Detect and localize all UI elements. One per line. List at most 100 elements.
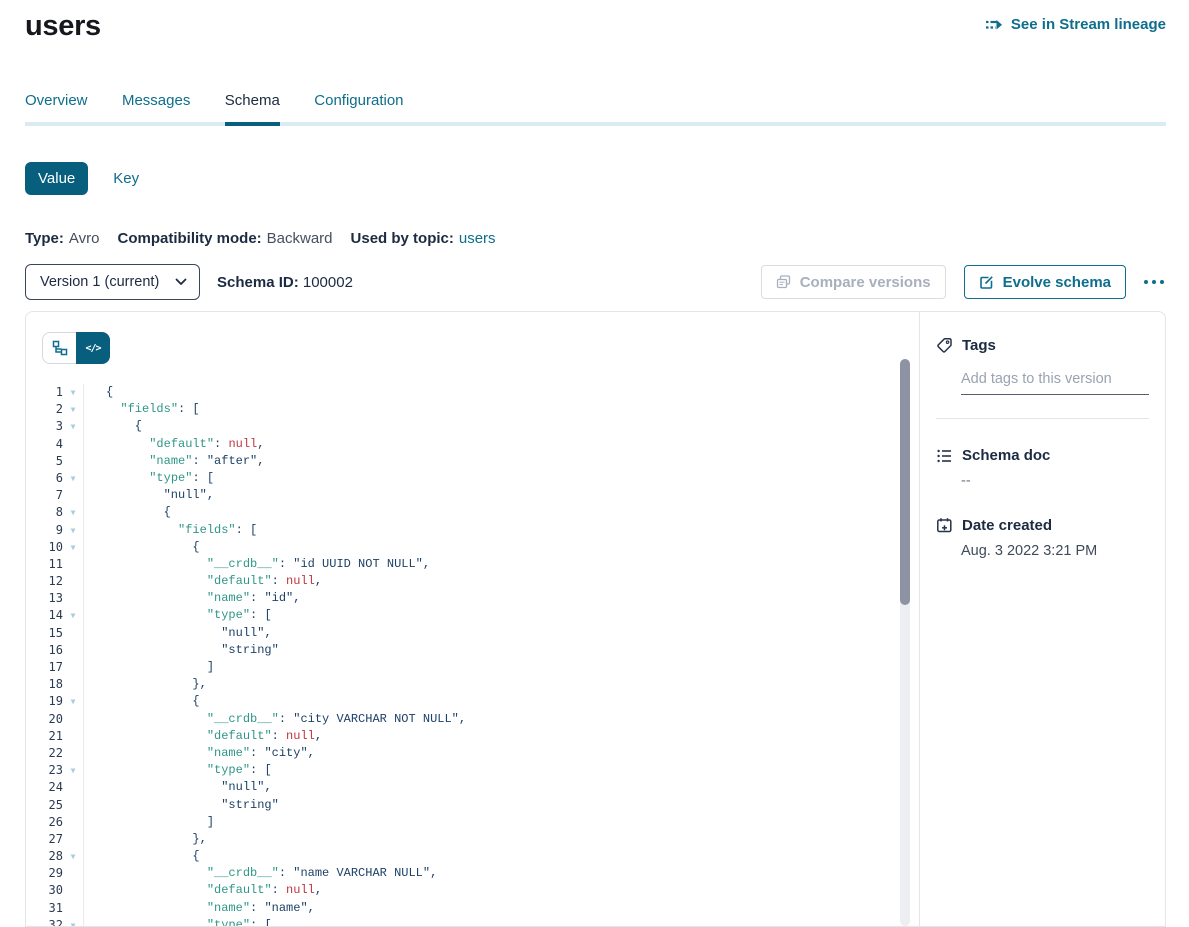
schema-doc-title: Schema doc bbox=[962, 447, 1050, 464]
tags-title: Tags bbox=[962, 337, 996, 354]
code-line: 24 "null", bbox=[26, 779, 919, 796]
fold-spacer bbox=[63, 814, 84, 831]
code-line: 21 "default": null, bbox=[26, 728, 919, 745]
line-number: 6 bbox=[26, 470, 63, 487]
compare-versions-button[interactable]: Compare versions bbox=[761, 265, 946, 299]
code-line: 23▼ "type": [ bbox=[26, 762, 919, 779]
code-text: { bbox=[84, 384, 113, 401]
code-line: 18 }, bbox=[26, 676, 919, 693]
list-icon bbox=[936, 448, 953, 464]
fold-toggle-icon[interactable]: ▼ bbox=[63, 762, 84, 779]
add-tags-input[interactable] bbox=[961, 371, 1149, 395]
editor-scrollbar-track[interactable] bbox=[900, 359, 910, 926]
meta-compatibility: Compatibility mode: Backward bbox=[117, 230, 332, 247]
fold-spacer bbox=[63, 779, 84, 796]
fold-spacer bbox=[63, 642, 84, 659]
sidebar-divider bbox=[936, 418, 1149, 419]
fold-toggle-icon[interactable]: ▼ bbox=[63, 848, 84, 865]
meta-compat-label: Compatibility mode: bbox=[117, 230, 261, 247]
meta-type-label: Type: bbox=[25, 230, 64, 247]
fold-spacer bbox=[63, 676, 84, 693]
see-in-stream-lineage-link[interactable]: See in Stream lineage bbox=[985, 16, 1166, 33]
line-number: 22 bbox=[26, 745, 63, 762]
fold-toggle-icon[interactable]: ▼ bbox=[63, 418, 84, 435]
value-key-toggle: Value Key bbox=[25, 162, 1166, 195]
code-text: "null", bbox=[84, 487, 214, 504]
fold-spacer bbox=[63, 797, 84, 814]
code-line: 13 "name": "id", bbox=[26, 590, 919, 607]
code-line: 12 "default": null, bbox=[26, 573, 919, 590]
line-number: 1 bbox=[26, 384, 63, 401]
fold-toggle-icon[interactable]: ▼ bbox=[63, 522, 84, 539]
tab-schema[interactable]: Schema bbox=[225, 92, 280, 122]
editor-view-toggle: </> bbox=[42, 332, 110, 364]
line-number: 14 bbox=[26, 607, 63, 624]
line-number: 24 bbox=[26, 779, 63, 796]
evolve-schema-button[interactable]: Evolve schema bbox=[964, 265, 1126, 299]
code-line: 32▼ "type": [ bbox=[26, 917, 919, 927]
date-created-section: Date created Aug. 3 2022 3:21 PM bbox=[936, 517, 1149, 559]
code-line: 11 "__crdb__": "id UUID NOT NULL", bbox=[26, 556, 919, 573]
code-text: "name": "after", bbox=[84, 453, 264, 470]
tags-section-header: Tags bbox=[936, 337, 1149, 354]
tab-messages[interactable]: Messages bbox=[122, 92, 190, 122]
fold-toggle-icon[interactable]: ▼ bbox=[63, 693, 84, 710]
code-text: ] bbox=[84, 659, 214, 676]
page-header: users See in Stream lineage bbox=[25, 8, 1166, 43]
fold-toggle-icon[interactable]: ▼ bbox=[63, 470, 84, 487]
code-line: 9▼ "fields": [ bbox=[26, 522, 919, 539]
fold-spacer bbox=[63, 590, 84, 607]
evolve-schema-icon bbox=[979, 275, 994, 290]
version-select[interactable]: Version 1 (current) bbox=[25, 264, 200, 300]
fold-spacer bbox=[63, 556, 84, 573]
meta-topic-link[interactable]: users bbox=[459, 230, 496, 247]
fold-spacer bbox=[63, 453, 84, 470]
line-number: 16 bbox=[26, 642, 63, 659]
fold-toggle-icon[interactable]: ▼ bbox=[63, 917, 84, 927]
code-line: 17 ] bbox=[26, 659, 919, 676]
code-line: 28▼ { bbox=[26, 848, 919, 865]
key-toggle-button[interactable]: Key bbox=[113, 170, 139, 187]
fold-toggle-icon[interactable]: ▼ bbox=[63, 539, 84, 556]
code-view-button[interactable]: </> bbox=[76, 332, 110, 364]
line-number: 4 bbox=[26, 436, 63, 453]
meta-type-value: Avro bbox=[69, 230, 100, 247]
ellipsis-icon bbox=[1144, 280, 1148, 284]
more-options-button[interactable] bbox=[1142, 274, 1166, 290]
page: users See in Stream lineage Overview Mes… bbox=[0, 0, 1189, 300]
fold-toggle-icon[interactable]: ▼ bbox=[63, 607, 84, 624]
code-lines: 1▼{2▼ "fields": [3▼ {4 "default": null,5… bbox=[26, 384, 919, 927]
fold-spacer bbox=[63, 745, 84, 762]
code-line: 20 "__crdb__": "city VARCHAR NOT NULL", bbox=[26, 711, 919, 728]
fold-toggle-icon[interactable]: ▼ bbox=[63, 504, 84, 521]
line-number: 11 bbox=[26, 556, 63, 573]
meta-compat-value: Backward bbox=[267, 230, 333, 247]
code-line: 15 "null", bbox=[26, 625, 919, 642]
fold-spacer bbox=[63, 728, 84, 745]
fold-spacer bbox=[63, 573, 84, 590]
fold-toggle-icon[interactable]: ▼ bbox=[63, 384, 84, 401]
stream-lineage-icon bbox=[985, 18, 1004, 32]
fold-toggle-icon[interactable]: ▼ bbox=[63, 401, 84, 418]
value-toggle-button[interactable]: Value bbox=[25, 162, 88, 195]
code-line: 22 "name": "city", bbox=[26, 745, 919, 762]
schema-id-value: 100002 bbox=[303, 274, 353, 291]
ellipsis-icon bbox=[1152, 280, 1156, 284]
code-text: "default": null, bbox=[84, 573, 322, 590]
tree-view-button[interactable] bbox=[42, 332, 76, 364]
editor-scrollbar-thumb[interactable] bbox=[900, 359, 910, 605]
compare-versions-label: Compare versions bbox=[800, 274, 931, 291]
code-line: 6▼ "type": [ bbox=[26, 470, 919, 487]
line-number: 21 bbox=[26, 728, 63, 745]
tab-configuration[interactable]: Configuration bbox=[314, 92, 403, 122]
code-text: { bbox=[84, 848, 200, 865]
line-number: 23 bbox=[26, 762, 63, 779]
lineage-link-label: See in Stream lineage bbox=[1011, 16, 1166, 33]
date-created-header: Date created bbox=[936, 517, 1149, 534]
line-number: 13 bbox=[26, 590, 63, 607]
code-text: "string" bbox=[84, 797, 279, 814]
line-number: 12 bbox=[26, 573, 63, 590]
line-number: 30 bbox=[26, 882, 63, 899]
tab-overview[interactable]: Overview bbox=[25, 92, 88, 122]
code-text: "name": "city", bbox=[84, 745, 315, 762]
